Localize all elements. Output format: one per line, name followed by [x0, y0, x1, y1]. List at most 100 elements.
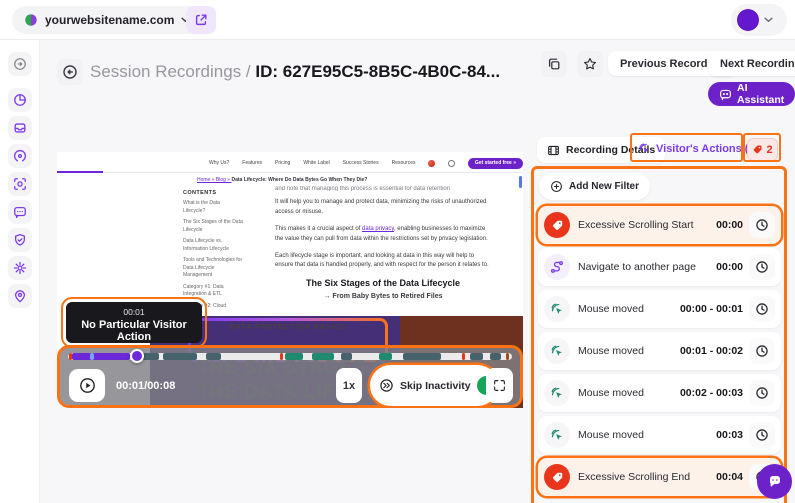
action-row[interactable]: Mouse moved00:01 - 00:02: [538, 332, 781, 370]
tag-icon: [752, 144, 763, 155]
article-paragraph: Each lifecycle stage is important, and l…: [275, 252, 491, 272]
recording-id: ID: 627E95C5-8B5C-4B0C-84...: [255, 62, 500, 81]
contents-item: Data Lifecycle vs. Information Lifecycle: [183, 238, 243, 253]
site-selector[interactable]: yourwebsitename.com: [12, 6, 202, 34]
plus-circle-icon: [550, 180, 563, 193]
action-time: 00:02 - 00:03: [680, 387, 743, 399]
chevron-down-icon: [764, 17, 773, 23]
replayed-nav-link: Features: [242, 160, 262, 166]
timeline-activity-segment: [285, 353, 304, 360]
timeline-scrubber[interactable]: [68, 353, 512, 360]
ai-assistant-label: AI Assistant: [737, 82, 784, 106]
action-label: Navigate to another page: [578, 261, 716, 273]
back-button[interactable]: [57, 59, 83, 85]
next-recording-button[interactable]: Next Recording: [708, 51, 795, 76]
timeline-activity-segment: [490, 353, 501, 360]
tab-visitors-actions[interactable]: Visitor's Actions (21): [638, 142, 764, 155]
page-scrollbar-thumb: [519, 176, 522, 188]
clock-icon[interactable]: [749, 296, 775, 322]
article-paragraph: This makes it a crucial aspect of data p…: [275, 225, 491, 245]
action-time: 00:00 - 00:01: [680, 303, 743, 315]
mouse-move-icon: [544, 338, 570, 364]
sidebar-item-settings-gear[interactable]: [8, 256, 32, 280]
sidebar-item-location-person[interactable]: [8, 284, 32, 308]
clock-icon[interactable]: [749, 338, 775, 364]
action-row[interactable]: Excessive Scrolling End00:04: [538, 458, 781, 496]
support-chat-button[interactable]: [757, 464, 792, 499]
tagged-actions-badge[interactable]: 2: [747, 138, 778, 161]
sidebar-item-inbox[interactable]: [8, 116, 32, 140]
tooltip-label: No Particular Visitor Action: [66, 319, 202, 343]
location-person-icon: [13, 289, 27, 303]
navigate-icon: [544, 254, 570, 280]
replayed-nav-link: Success Stories: [343, 160, 379, 166]
action-row[interactable]: Mouse moved00:03: [538, 416, 781, 454]
mouse-move-icon: [544, 422, 570, 448]
timeline-tick: [90, 353, 94, 360]
chat-bubble-icon: [719, 88, 732, 101]
replayed-cta-button: Get started free »: [468, 158, 523, 169]
timeline-activity-segment: [141, 353, 159, 360]
user-menu[interactable]: [731, 4, 787, 36]
action-row[interactable]: Excessive Scrolling Start00:00: [538, 206, 781, 244]
top-bar: yourwebsitename.com: [0, 0, 795, 40]
action-label: Excessive Scrolling Start: [578, 219, 716, 231]
timeline-playhead[interactable]: [130, 349, 144, 363]
timeline-activity-segment: [163, 353, 196, 360]
clock-icon[interactable]: [749, 422, 775, 448]
sidebar-item-target-scan[interactable]: [8, 172, 32, 196]
tooltip-time: 00:01: [66, 307, 202, 317]
film-icon: [547, 144, 560, 157]
open-site-button[interactable]: [186, 6, 216, 34]
contents-item: Tools and Technologies for Data Lifecycl…: [183, 257, 243, 280]
app-window: yourwebsitename.com Session Recordings /…: [0, 0, 795, 503]
action-row[interactable]: Mouse moved00:02 - 00:03: [538, 374, 781, 412]
replay-viewport[interactable]: Why Us?FeaturesPricingWhite LabelSuccess…: [57, 152, 523, 408]
action-row[interactable]: Navigate to another page00:00: [538, 248, 781, 286]
add-new-filter-button[interactable]: Add New Filter: [539, 173, 650, 200]
favorite-star-button[interactable]: [577, 51, 603, 77]
playback-time: 00:01/00:08: [116, 380, 175, 392]
copy-id-button[interactable]: [541, 51, 567, 77]
mouse-move-icon: [544, 296, 570, 322]
clock-icon[interactable]: [749, 254, 775, 280]
replayed-settings-dot: [448, 160, 455, 167]
reading-progress-bar: [57, 171, 103, 173]
replayed-nav-link: White Label: [303, 160, 329, 166]
playback-speed-button[interactable]: 1x: [336, 368, 362, 403]
timeline-activity-segment: [312, 353, 334, 360]
comment-icon: [13, 205, 27, 219]
clock-icon[interactable]: [749, 212, 775, 238]
timeline-marker: [280, 353, 283, 360]
contents-title: CONTENTS: [183, 190, 243, 196]
action-row[interactable]: Mouse moved00:00 - 00:01: [538, 290, 781, 328]
player-controls: 00:01/00:08 1x Skip Inactivity: [57, 345, 523, 408]
skip-inactivity-control: Skip Inactivity: [370, 365, 498, 406]
article-paragraph: It will help you to manage and protect d…: [275, 198, 491, 218]
replayed-site-nav: Why Us?FeaturesPricingWhite LabelSuccess…: [57, 155, 523, 171]
action-time: 00:04: [716, 471, 743, 483]
ai-assistant-button[interactable]: AI Assistant: [708, 82, 795, 106]
contents-item: What is the Data Lifecycle?: [183, 200, 243, 215]
mouse-activity-icon: [638, 142, 651, 155]
banner-label: DATA PROTECTION BASICS: [191, 324, 385, 331]
action-label: Mouse moved: [578, 345, 680, 357]
replayed-nav-link: Why Us?: [209, 160, 229, 166]
timeline-activity-segment: [379, 353, 392, 360]
voice-wave-icon: [13, 149, 27, 163]
excessive-scrolling-icon: [544, 212, 570, 238]
clock-icon[interactable]: [749, 380, 775, 406]
play-button[interactable]: [69, 369, 105, 402]
article-link: data privacy: [362, 226, 394, 232]
action-label: Mouse moved: [578, 387, 680, 399]
sidebar-item-shield-check[interactable]: [8, 228, 32, 252]
sidebar-item-pie-analytics[interactable]: [8, 88, 32, 112]
sidebar-item-voice-wave[interactable]: [8, 144, 32, 168]
sidebar-item-collapse[interactable]: [8, 52, 32, 76]
action-label: Mouse moved: [578, 303, 680, 315]
replayed-nav-link: Resources: [392, 160, 416, 166]
fullscreen-button[interactable]: [486, 368, 513, 403]
sidebar-item-comment[interactable]: [8, 200, 32, 224]
site-favicon-icon: [24, 13, 38, 27]
inbox-icon: [13, 121, 27, 135]
